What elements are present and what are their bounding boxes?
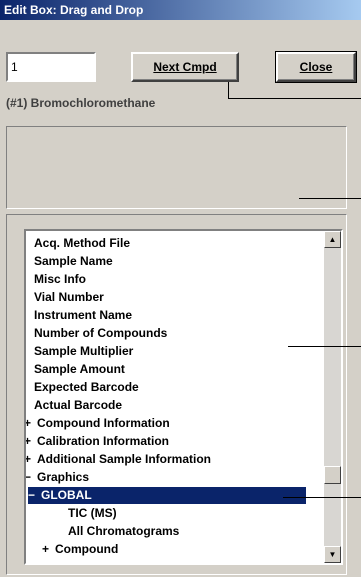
tree-item[interactable]: − GLOBAL (28, 487, 306, 504)
next-cmpd-button[interactable]: Next Cmpd (131, 52, 239, 82)
tree-item-label: TIC (MS) (68, 506, 117, 520)
tree-item[interactable]: TIC (MS) (68, 505, 117, 522)
tree-item-label: Sample Multiplier (34, 344, 134, 358)
compound-label: (#1) Bromochloromethane (6, 96, 156, 110)
tree-item[interactable]: Acq. Method File (34, 235, 130, 252)
expand-icon[interactable]: + (26, 415, 37, 432)
compound-number-input[interactable] (6, 52, 96, 82)
tree-item-label: Acq. Method File (34, 236, 130, 250)
tree-item-label: Actual Barcode (34, 398, 123, 412)
tree-item-label: Expected Barcode (34, 380, 139, 394)
tree-item-label: Graphics (37, 470, 90, 484)
tree-item-label: Misc Info (34, 272, 87, 286)
collapse-icon[interactable]: − (28, 487, 41, 504)
tree-item[interactable]: Sample Amount (34, 361, 125, 378)
tree-item[interactable]: Expected Barcode (34, 379, 139, 396)
scroll-down-button[interactable]: ▼ (324, 546, 341, 563)
expand-icon[interactable]: + (26, 451, 37, 468)
tree-item-label: Instrument Name (34, 308, 133, 322)
next-cmpd-label: Next Cmpd (153, 60, 217, 74)
callout-line-next (228, 82, 229, 99)
collapse-icon[interactable]: − (26, 469, 37, 486)
tree-item[interactable]: + Calibration Information (26, 433, 169, 450)
info-panel (6, 126, 347, 209)
tree-item[interactable]: Instrument Name (34, 307, 132, 324)
tree-item[interactable]: Actual Barcode (34, 397, 122, 414)
close-label: Close (299, 60, 333, 74)
scroll-thumb[interactable] (324, 466, 341, 484)
callout-line-next-h (228, 98, 361, 99)
callout-line-global (283, 497, 361, 498)
callout-line-tree (288, 346, 361, 347)
expand-icon[interactable]: + (42, 541, 55, 558)
window-title: Edit Box: Drag and Drop (0, 0, 361, 20)
tree-item-label: All Chromatograms (68, 524, 180, 538)
tree-item-label: Sample Name (34, 254, 113, 268)
tree-item-label: Vial Number (34, 290, 104, 304)
tree-item[interactable]: Sample Multiplier (34, 343, 133, 360)
tree-item[interactable]: Sample Name (34, 253, 113, 270)
callout-line-panel (299, 198, 361, 199)
tree-item[interactable]: Vial Number (34, 289, 104, 306)
tree-item-label: Compound (55, 542, 119, 556)
tree-item-label: Calibration Information (37, 434, 169, 448)
arrow-up-icon: ▲ (328, 235, 337, 244)
tree-item-label: Number of Compounds (34, 326, 168, 340)
vertical-scrollbar[interactable]: ▲ ▼ (324, 231, 341, 563)
tree-item-label: GLOBAL (41, 488, 92, 502)
tree-item[interactable]: − Graphics (26, 469, 90, 486)
field-tree[interactable]: Acq. Method File Sample Name Misc Info Vial… (24, 229, 343, 565)
expand-icon[interactable]: + (26, 433, 37, 450)
tree-item[interactable]: + Compound Information (26, 415, 170, 432)
tree-item[interactable]: + Compound (42, 541, 118, 558)
tree-item[interactable]: Number of Compounds (34, 325, 167, 342)
tree-item[interactable]: All Chromatograms (68, 523, 179, 540)
arrow-down-icon: ▼ (328, 550, 337, 559)
tree-item-label: Additional Sample Information (37, 452, 212, 466)
scroll-up-button[interactable]: ▲ (324, 231, 341, 248)
tree-item-label: Sample Amount (34, 362, 125, 376)
tree-item-label: Compound Information (37, 416, 170, 430)
tree-item[interactable]: + Additional Sample Information (26, 451, 212, 468)
close-button[interactable]: Close (275, 51, 357, 83)
tree-item[interactable]: Misc Info (34, 271, 86, 288)
